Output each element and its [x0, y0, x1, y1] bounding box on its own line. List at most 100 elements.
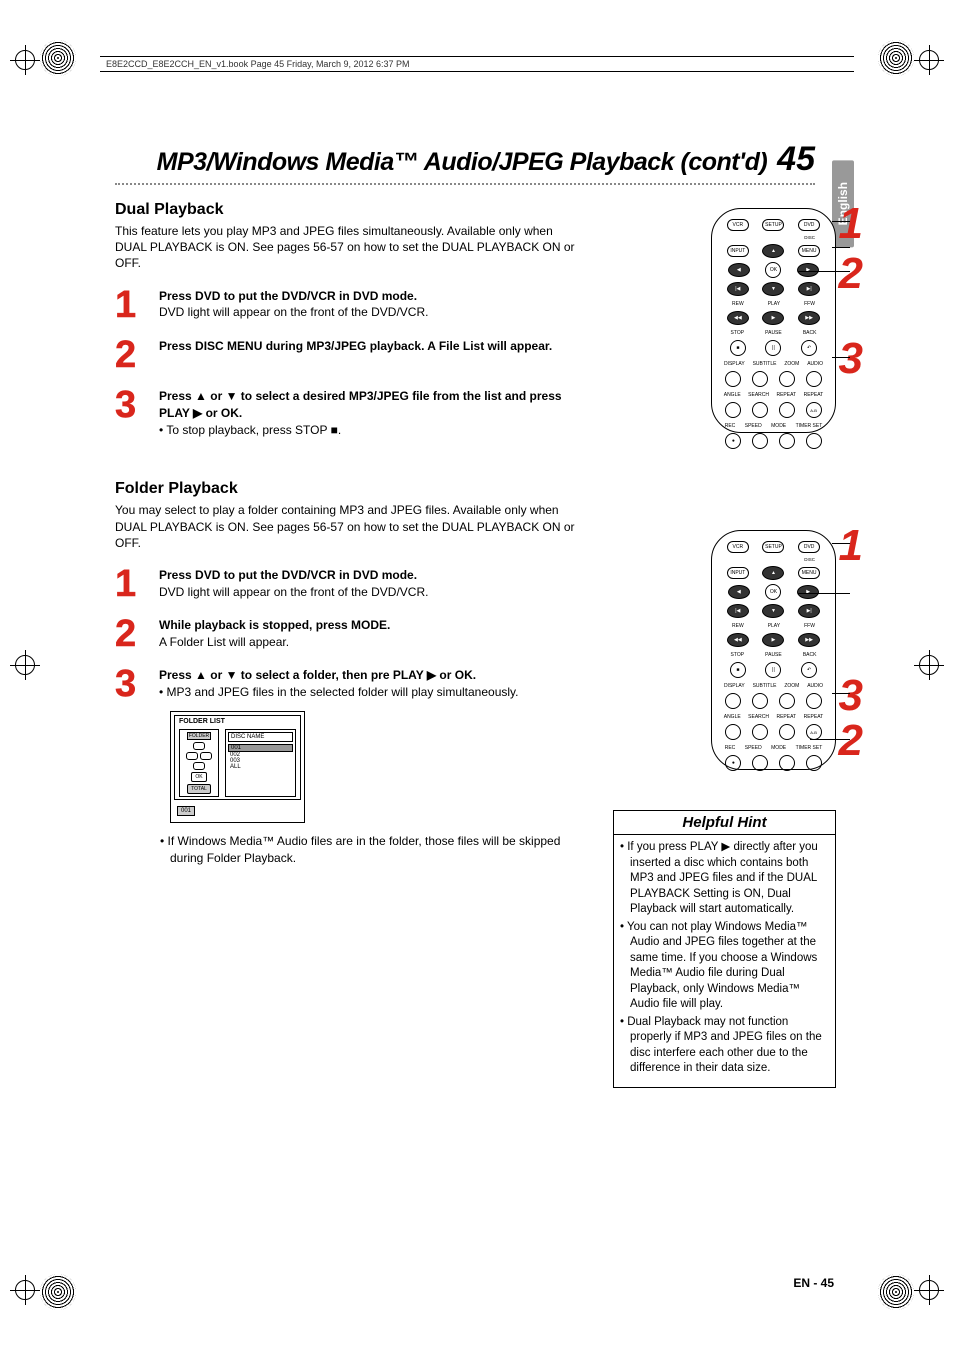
vcr-button: VCR	[727, 541, 749, 553]
subtitle-button	[752, 371, 768, 387]
ok-button: OK	[765, 584, 781, 600]
next-button: ▶|	[798, 604, 820, 618]
helpful-hint-body: If you press PLAY ▶ directly after you i…	[614, 835, 835, 1087]
rew-label: REW	[732, 301, 744, 307]
page-title: MP3/Windows Media™ Audio/JPEG Playback (…	[115, 148, 767, 177]
folder-bottom-sel: 001	[177, 806, 195, 816]
back-label: BACK	[803, 652, 817, 658]
angle-label: ANGLE	[724, 714, 741, 720]
crop-mark	[10, 650, 40, 680]
ok-button: OK	[765, 262, 781, 278]
down-button: ▼	[762, 604, 784, 618]
prev-button: |◀	[727, 282, 749, 296]
callout-1: 1	[839, 199, 863, 249]
ffw-button: ▶▶	[798, 311, 820, 325]
repeat-button	[779, 724, 795, 740]
timerset-button	[806, 755, 822, 771]
page-number: 45	[777, 140, 815, 179]
angle-button	[725, 402, 741, 418]
registration-mark	[40, 1274, 76, 1310]
repeat-button	[779, 402, 795, 418]
callout-1: 1	[839, 521, 863, 571]
dvd-button: DVD	[798, 541, 820, 553]
rec-button: ●	[725, 755, 741, 771]
callout-line	[832, 357, 850, 358]
pause-button: ||	[765, 340, 781, 356]
zoom-label: ZOOM	[784, 683, 799, 689]
audio-button	[806, 693, 822, 709]
ab-button: A-B	[806, 402, 822, 418]
back-button: ↶	[801, 662, 817, 678]
folder-playback-intro: You may select to play a folder containi…	[115, 502, 575, 551]
folder-list-title: FOLDER LIST	[175, 716, 300, 727]
stop-button: ■	[730, 340, 746, 356]
step-number: 2	[115, 617, 159, 651]
ffw-button: ▶▶	[798, 633, 820, 647]
crop-mark	[10, 45, 40, 75]
folder-item: ALL	[228, 764, 293, 770]
subtitle-button	[752, 693, 768, 709]
menu-button: MENU	[798, 245, 820, 257]
nav-button	[186, 752, 198, 760]
setup-button: SETUP	[762, 219, 784, 231]
crop-mark	[914, 45, 944, 75]
dual-step-3: 3 Press ▲ or ▼ to select a desired MP3/J…	[115, 388, 575, 438]
mode-label: MODE	[771, 745, 786, 751]
folder-item: 001	[228, 744, 293, 752]
ffw-label: FFW	[804, 301, 815, 307]
input-button: INPUT	[727, 245, 749, 257]
print-header-bar: E8E2CCD_E8E2CCH_EN_v1.book Page 45 Frida…	[100, 56, 854, 72]
nav-button	[193, 762, 205, 770]
callout-line	[832, 221, 850, 222]
rec-label: REC	[725, 745, 736, 751]
disc-label: DISC	[720, 557, 815, 562]
disc-name-label: DISC NAME	[228, 732, 293, 742]
repeat-label: REPEAT	[776, 392, 796, 398]
repeat2-label: REPEAT	[804, 392, 824, 398]
mode-label: MODE	[771, 423, 786, 429]
timerset-label: TIMER SET	[796, 745, 823, 751]
dual-playback-heading: Dual Playback	[115, 201, 575, 219]
next-button: ▶|	[798, 282, 820, 296]
ab-button: A-B	[806, 724, 822, 740]
search-button	[752, 402, 768, 418]
subtitle-label: SUBTITLE	[753, 361, 777, 367]
left-button: ◀	[728, 263, 750, 277]
step-number: 3	[115, 667, 159, 701]
ok-label: OK	[191, 772, 206, 782]
remote-diagram-bottom: 1 3 2 VCRSETUPDVD DISC INPUT▲MENU ◀OK▶ |…	[711, 530, 836, 770]
zoom-label: ZOOM	[784, 361, 799, 367]
left-button: ◀	[728, 585, 750, 599]
step-instruction: Press DVD to put the DVD/VCR in DVD mode…	[159, 288, 575, 305]
total-label: TOTAL	[187, 784, 211, 794]
rec-button: ●	[725, 433, 741, 449]
right-button: ▶	[797, 585, 819, 599]
rec-label: REC	[725, 423, 736, 429]
stop-label: STOP	[731, 652, 745, 658]
pause-label: PAUSE	[765, 652, 782, 658]
crop-mark	[914, 650, 944, 680]
nav-button	[200, 752, 212, 760]
callout-3: 3	[839, 671, 863, 721]
hint-item: If you press PLAY ▶ directly after you i…	[620, 840, 829, 918]
rew-button: ◀◀	[727, 633, 749, 647]
zoom-button	[779, 693, 795, 709]
disc-label: DISC	[720, 235, 815, 240]
play-label: PLAY	[768, 623, 780, 629]
stop-label: STOP	[731, 330, 745, 336]
subtitle-label: SUBTITLE	[753, 683, 777, 689]
search-label: SEARCH	[748, 714, 769, 720]
dual-step-2: 2 Press DISC MENU during MP3/JPEG playba…	[115, 338, 575, 372]
step-instruction: Press ▲ or ▼ to select a folder, then pr…	[159, 667, 575, 684]
timerset-label: TIMER SET	[796, 423, 823, 429]
input-button: INPUT	[727, 567, 749, 579]
page-title-row: MP3/Windows Media™ Audio/JPEG Playback (…	[115, 140, 815, 185]
dual-playback-intro: This feature lets you play MP3 and JPEG …	[115, 223, 575, 272]
setup-button: SETUP	[762, 541, 784, 553]
step-detail: • MP3 and JPEG files in the selected fol…	[159, 684, 575, 701]
helpful-hint-box: Helpful Hint If you press PLAY ▶ directl…	[613, 810, 836, 1088]
pause-button: ||	[765, 662, 781, 678]
registration-mark	[878, 1274, 914, 1310]
dvd-button: DVD	[798, 219, 820, 231]
back-button: ↶	[801, 340, 817, 356]
